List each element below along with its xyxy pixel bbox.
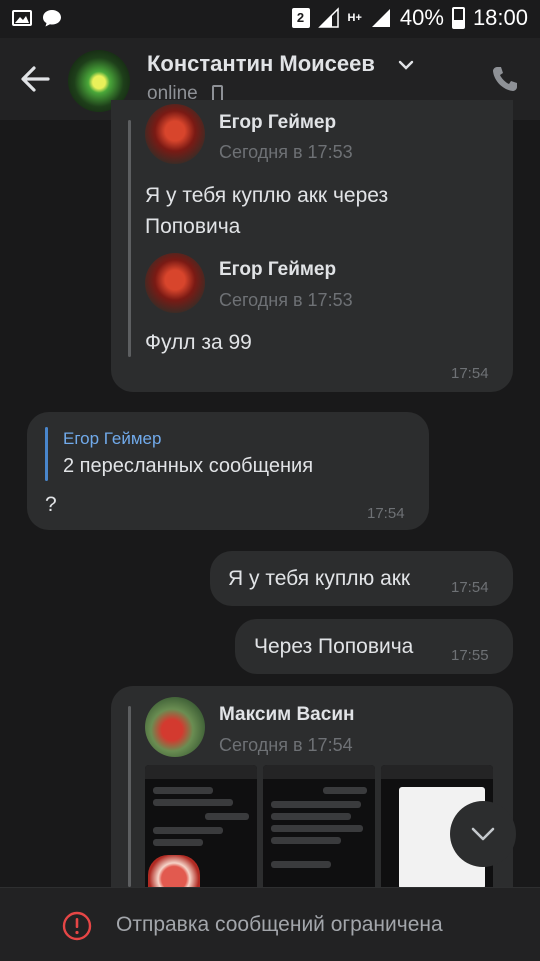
forward-author-name: Егор Геймер <box>219 259 337 280</box>
reply-indicator <box>45 427 48 481</box>
gallery-notification-icon <box>12 10 32 26</box>
battery-percent: 40% <box>399 5 444 30</box>
message-text: ? <box>45 493 57 516</box>
status-bar: 2 H+ 40% 18:00 <box>0 0 540 38</box>
forward-author-avatar <box>145 104 205 164</box>
message-time: 17:54 <box>451 365 489 382</box>
signal-icon-2 <box>371 9 390 27</box>
forward-author-avatar <box>145 697 205 757</box>
forward-author-name: Максим Васин <box>219 704 355 725</box>
restriction-message: Отправка сообщений ограничена <box>116 913 443 936</box>
signal-icon <box>317 7 339 28</box>
forwarded-text: Я у тебя куплю акк через Поповича <box>145 184 389 238</box>
back-arrow-icon[interactable] <box>18 62 52 96</box>
warning-circle-icon <box>62 911 92 941</box>
photo-thumbnail[interactable] <box>263 765 375 895</box>
forward-date: Сегодня в 17:54 <box>219 735 353 755</box>
sim-icon: 2 <box>291 8 310 28</box>
reply-preview-text: 2 пересланных сообщения <box>63 455 314 477</box>
battery-icon <box>451 7 465 29</box>
scroll-down-button[interactable] <box>450 801 516 867</box>
forward-author-name: Егор Геймер <box>219 112 337 133</box>
contact-name[interactable]: Константин Моисеев <box>147 51 375 77</box>
sticker-preview <box>148 855 200 889</box>
reply-author-name: Егор Геймер <box>63 429 162 448</box>
message-time: 17:54 <box>451 579 489 596</box>
forwarded-text: Фулл за 99 <box>145 331 252 354</box>
restricted-input-bar: Отправка сообщений ограничена <box>0 887 540 961</box>
chevron-down-icon[interactable] <box>398 58 414 72</box>
message-text: Я у тебя куплю акк <box>228 567 411 590</box>
forward-author-avatar <box>145 253 205 313</box>
message-time: 17:55 <box>451 647 489 664</box>
chat-notification-icon <box>43 10 61 27</box>
forward-indicator <box>128 706 131 887</box>
message-time: 17:54 <box>367 505 405 522</box>
chevron-down-icon <box>471 827 495 841</box>
forward-indicator <box>128 120 131 357</box>
clock: 18:00 <box>472 5 528 30</box>
network-type: H+ <box>347 11 362 24</box>
message-text: Через Поповича <box>254 635 414 658</box>
phone-call-icon[interactable] <box>490 64 520 94</box>
forward-date: Сегодня в 17:53 <box>219 142 353 162</box>
forward-date: Сегодня в 17:53 <box>219 290 353 310</box>
